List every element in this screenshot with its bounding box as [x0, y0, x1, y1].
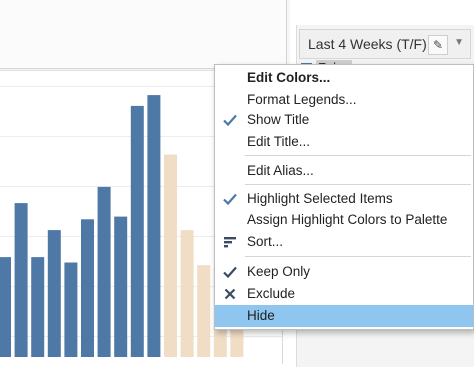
- menu-separator: [245, 184, 471, 185]
- menu-item-label: Sort...: [247, 234, 284, 249]
- bar-false[interactable]: [31, 257, 45, 357]
- checkmark-icon: [223, 114, 237, 127]
- context-menu: Edit Colors... Format Legends... Show Ti…: [214, 64, 474, 330]
- menu-item-label: Hide: [247, 308, 275, 323]
- bar-false[interactable]: [14, 203, 28, 357]
- bar-true[interactable]: [197, 265, 211, 357]
- menu-item-label: Edit Alias...: [247, 163, 314, 178]
- checkmark-icon: [223, 193, 237, 206]
- menu-item-show-title[interactable]: Show Title: [215, 109, 473, 131]
- legend-card[interactable]: Last 4 Weeks (T/F) ✎ ▼: [299, 29, 471, 59]
- menu-item-label: Format Legends...: [247, 92, 357, 107]
- menu-item-keep-only[interactable]: Keep Only: [215, 261, 473, 283]
- bar-false[interactable]: [130, 105, 144, 358]
- menu-item-edit-colors[interactable]: Edit Colors...: [215, 67, 473, 89]
- chevron-down-icon[interactable]: ▼: [454, 37, 464, 48]
- menu-item-label: Highlight Selected Items: [247, 191, 393, 206]
- menu-item-edit-alias[interactable]: Edit Alias...: [215, 160, 473, 182]
- x-icon: [224, 288, 236, 300]
- bar-false[interactable]: [114, 216, 128, 357]
- menu-item-highlight-selected[interactable]: Highlight Selected Items: [215, 188, 473, 210]
- bar-true[interactable]: [164, 154, 177, 358]
- bar-true[interactable]: [180, 230, 194, 357]
- menu-item-edit-title[interactable]: Edit Title...: [215, 131, 473, 153]
- checkmark-icon: [223, 266, 237, 279]
- menu-item-label: Edit Title...: [247, 134, 311, 149]
- bar-false[interactable]: [64, 262, 78, 358]
- legend-title: Last 4 Weeks (T/F): [308, 36, 427, 52]
- bar-false[interactable]: [0, 257, 11, 357]
- pencil-icon[interactable]: ✎: [428, 35, 448, 55]
- view-header-area: [0, 0, 290, 71]
- menu-separator: [245, 155, 471, 156]
- sort-icon: [224, 237, 236, 248]
- bar-false[interactable]: [97, 186, 111, 357]
- bar-false[interactable]: [81, 219, 94, 357]
- menu-item-label: Assign Highlight Colors to Palette: [247, 212, 448, 227]
- menu-separator: [245, 256, 471, 257]
- menu-item-format-legends[interactable]: Format Legends...: [215, 89, 473, 111]
- menu-item-exclude[interactable]: Exclude: [215, 283, 473, 305]
- menu-item-label: Edit Colors...: [247, 70, 331, 85]
- view-header-box: [0, 0, 287, 69]
- menu-item-hide[interactable]: Hide: [215, 305, 473, 327]
- menu-item-label: Exclude: [247, 286, 296, 301]
- menu-item-sort[interactable]: Sort...: [215, 231, 473, 253]
- menu-item-assign-highlight-colors[interactable]: Assign Highlight Colors to Palette: [215, 209, 473, 231]
- menu-item-label: Keep Only: [247, 264, 311, 279]
- bar-false[interactable]: [47, 230, 61, 357]
- menu-item-label: Show Title: [247, 112, 310, 127]
- bar-false[interactable]: [147, 95, 161, 357]
